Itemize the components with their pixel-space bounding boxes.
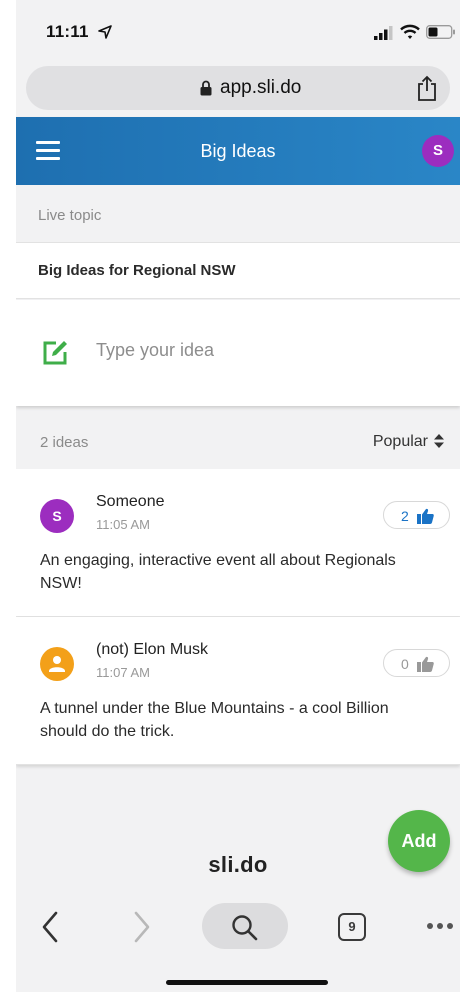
- search-icon: [232, 915, 258, 941]
- list-item: (not) Elon Musk 11:07 AM A tunnel under …: [16, 617, 460, 765]
- url-text: app.sli.do: [220, 77, 302, 98]
- like-button[interactable]: 2: [383, 501, 450, 529]
- page-title: Big Ideas: [200, 141, 276, 161]
- address-bar[interactable]: app.sli.do: [26, 66, 450, 110]
- idea-input[interactable]: Type your idea: [16, 300, 460, 406]
- list-item: S Someone 11:05 AM An engaging, interact…: [16, 469, 460, 617]
- browser-toolbar: 9: [16, 892, 460, 992]
- home-indicator: [166, 980, 328, 985]
- idea-author: (not) Elon Musk: [96, 641, 209, 658]
- sort-arrows-icon: [434, 434, 444, 448]
- idea-time: 11:05 AM: [96, 517, 150, 532]
- like-count: 2: [401, 508, 409, 524]
- avatar: [40, 647, 74, 681]
- live-topic-label: Live topic: [38, 207, 102, 224]
- cellular-signal-icon: [374, 26, 393, 40]
- back-icon[interactable]: [40, 910, 60, 944]
- ideas-list-header: 2 ideas Popular: [16, 412, 460, 468]
- search-button[interactable]: [202, 903, 288, 949]
- sort-label: Popular: [372, 433, 428, 450]
- like-count: 0: [401, 656, 409, 672]
- ideas-count: 2 ideas: [40, 434, 89, 451]
- app-frame: 11:11 app.sli.do Big Ideas S Live topic …: [16, 0, 460, 992]
- like-button[interactable]: 0: [383, 649, 450, 677]
- battery-icon: [426, 25, 455, 39]
- live-topic-row[interactable]: Big Ideas for Regional NSW: [16, 243, 460, 299]
- share-icon[interactable]: [416, 75, 438, 101]
- status-bar: 11:11: [16, 0, 460, 62]
- thumbs-up-icon: [417, 656, 434, 672]
- location-arrow-icon: [98, 25, 112, 39]
- thumbs-up-icon: [417, 508, 434, 524]
- wifi-icon: [400, 24, 420, 39]
- avatar: S: [40, 499, 74, 533]
- idea-input-placeholder: Type your idea: [96, 340, 215, 360]
- status-time: 11:11: [46, 22, 89, 41]
- idea-text: An engaging, interactive event all about…: [40, 552, 396, 592]
- more-icon[interactable]: [426, 918, 460, 934]
- idea-time: 11:07 AM: [96, 665, 150, 680]
- tabs-button[interactable]: 9: [338, 913, 366, 941]
- idea-author: Someone: [96, 493, 165, 510]
- live-topic-title: Big Ideas for Regional NSW: [38, 262, 236, 279]
- lock-icon: [200, 80, 212, 96]
- compose-icon: [43, 341, 67, 365]
- person-icon: [49, 656, 65, 672]
- add-idea-button[interactable]: Add: [388, 810, 450, 872]
- app-header: Big Ideas S: [16, 117, 460, 185]
- sort-dropdown[interactable]: Popular: [373, 433, 444, 451]
- forward-icon[interactable]: [132, 910, 152, 944]
- idea-text: A tunnel under the Blue Mountains - a co…: [40, 700, 389, 740]
- user-avatar[interactable]: S: [422, 135, 454, 167]
- live-topic-header: Live topic: [16, 185, 460, 243]
